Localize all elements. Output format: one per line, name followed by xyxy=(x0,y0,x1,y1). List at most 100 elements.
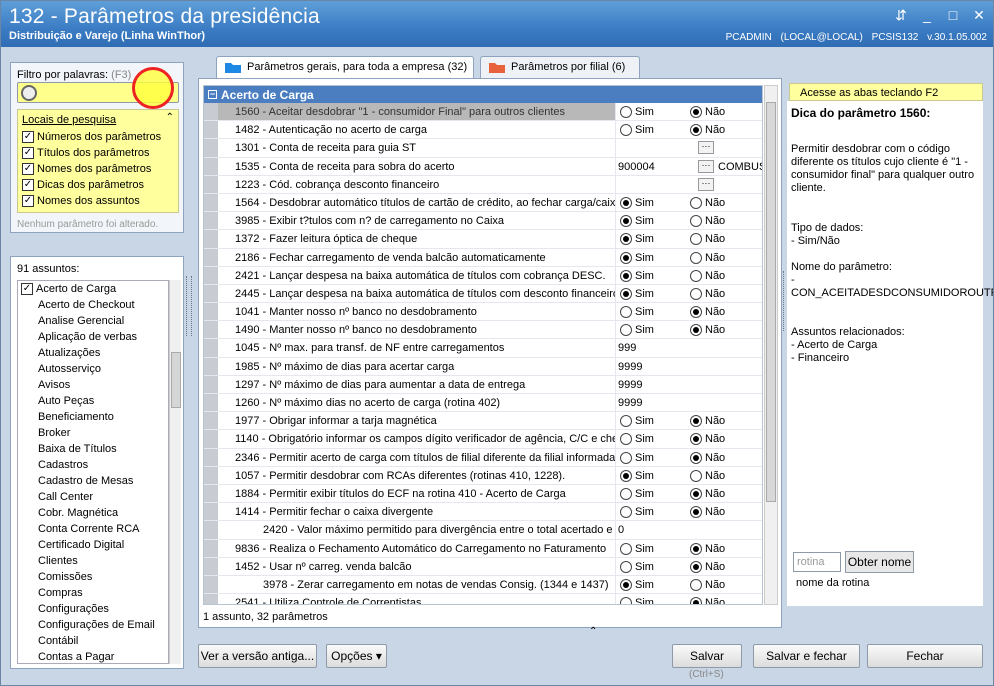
list-item[interactable]: Compras xyxy=(18,585,168,601)
radio-sim[interactable]: Sim xyxy=(620,506,654,519)
list-item[interactable]: Call Center xyxy=(18,489,168,505)
radio-button[interactable] xyxy=(690,578,702,591)
radio-nao[interactable]: Não xyxy=(690,196,725,209)
param-value[interactable]: Sim Não xyxy=(616,121,762,138)
param-value[interactable]: Sim Não xyxy=(616,449,762,466)
scroll-thumb[interactable] xyxy=(171,352,181,408)
param-value[interactable]: ··· xyxy=(616,139,762,156)
table-row[interactable]: 1985 - Nº máximo de dias para acertar ca… xyxy=(204,357,762,376)
checkbox[interactable]: ✓ xyxy=(22,130,34,143)
save-button[interactable]: Salvar xyxy=(672,644,742,668)
radio-nao[interactable]: Não xyxy=(690,487,725,500)
checkbox-row[interactable]: ✓ Nomes dos assuntos xyxy=(22,193,140,208)
table-row[interactable]: 1452 - Usar nº carreg. venda balcão Sim Nã… xyxy=(204,557,762,576)
radio-button[interactable] xyxy=(690,106,702,118)
group-header[interactable]: − Acerto de Carga xyxy=(204,86,762,103)
close-button[interactable]: Fechar xyxy=(867,644,983,668)
list-item[interactable]: Beneficiamento xyxy=(18,409,168,425)
list-item[interactable]: Baixa de Títulos xyxy=(18,441,168,457)
radio-nao[interactable]: Não xyxy=(690,233,725,246)
tab-branch-params[interactable]: Parâmetros por filial (6) xyxy=(480,56,640,78)
param-value[interactable]: 9999 xyxy=(616,394,762,411)
list-item[interactable]: Auto Peças xyxy=(18,393,168,409)
radio-button[interactable] xyxy=(690,451,702,464)
radio-button[interactable] xyxy=(690,287,702,300)
table-row[interactable]: 1414 - Permitir fechar o caixa divergent… xyxy=(204,503,762,522)
table-row[interactable]: 1140 - Obrigatório informar os campos dí… xyxy=(204,430,762,449)
radio-button[interactable] xyxy=(690,233,702,246)
list-item[interactable]: Configurações de Email xyxy=(18,617,168,633)
table-row[interactable]: 1372 - Fazer leitura óptica de cheque Sim… xyxy=(204,230,762,249)
get-name-button[interactable]: Obter nome xyxy=(845,551,914,573)
ellipsis-button[interactable]: ··· xyxy=(698,177,714,191)
param-value[interactable]: Sim Não xyxy=(616,594,762,604)
list-item[interactable]: Certificado Digital xyxy=(18,537,168,553)
param-value[interactable]: Sim Não xyxy=(616,412,762,429)
param-value[interactable]: Sim Não xyxy=(616,503,762,520)
radio-button[interactable] xyxy=(620,506,632,519)
radio-button[interactable] xyxy=(690,269,702,282)
list-item[interactable]: Clientes xyxy=(18,553,168,569)
checkbox-row[interactable]: ✓ Dicas dos parâmetros xyxy=(22,177,144,192)
options-button[interactable]: Opções ▾ xyxy=(326,644,387,668)
radio-button[interactable] xyxy=(690,433,702,446)
radio-button[interactable] xyxy=(690,306,702,319)
checkbox-row[interactable]: ✓ Nomes dos parâmetros xyxy=(22,161,151,176)
old-version-button[interactable]: Ver a versão antiga... xyxy=(198,644,317,668)
table-row[interactable]: 2421 - Lançar despesa na baixa automátic… xyxy=(204,266,762,285)
radio-button[interactable] xyxy=(690,560,702,573)
radio-button[interactable] xyxy=(620,106,632,118)
save-close-button[interactable]: Salvar e fechar xyxy=(753,644,860,668)
radio-nao[interactable]: Não xyxy=(690,287,725,300)
table-row[interactable]: 1535 - Conta de receita para sobra do ac… xyxy=(204,157,762,176)
list-item[interactable]: Atualizações xyxy=(18,345,168,361)
radio-sim[interactable]: Sim xyxy=(620,251,654,264)
radio-sim[interactable]: Sim xyxy=(620,324,654,337)
tab-general-params[interactable]: Parâmetros gerais, para toda a empresa (… xyxy=(216,56,474,79)
subjects-scrollbar[interactable] xyxy=(169,280,181,664)
radio-button[interactable] xyxy=(690,597,702,604)
param-value[interactable]: Sim Não xyxy=(616,212,762,229)
collapse-icon[interactable]: − xyxy=(208,90,217,99)
param-value[interactable]: Sim Não xyxy=(616,321,762,338)
param-value[interactable]: Sim Não xyxy=(616,430,762,447)
table-row[interactable]: 1884 - Permitir exibir títulos do ECF na… xyxy=(204,484,762,504)
param-value[interactable]: Sim Não xyxy=(616,558,762,575)
radio-sim[interactable]: Sim xyxy=(620,560,654,573)
list-item[interactable]: Acerto de Checkout xyxy=(18,297,168,313)
radio-nao[interactable]: Não xyxy=(690,597,725,604)
radio-sim[interactable]: Sim xyxy=(620,269,654,282)
table-row[interactable]: 1490 - Manter nosso nº banco no desdobra… xyxy=(204,321,762,340)
radio-sim[interactable]: Sim xyxy=(620,451,654,464)
radio-nao[interactable]: Não xyxy=(690,433,725,446)
radio-button[interactable] xyxy=(620,597,632,604)
radio-nao[interactable]: Não xyxy=(690,469,725,482)
grid-scrollbar[interactable] xyxy=(764,85,778,605)
checkbox[interactable]: ✓ xyxy=(22,178,34,191)
table-row[interactable]: 1564 - Desdobrar automático títulos de c… xyxy=(204,193,762,213)
list-item[interactable]: Analise Gerencial xyxy=(18,313,168,329)
radio-button[interactable] xyxy=(620,415,632,428)
checkbox[interactable]: ✓ xyxy=(21,283,33,295)
list-item[interactable]: Cobr. Magnética xyxy=(18,505,168,521)
radio-button[interactable] xyxy=(690,487,702,500)
param-value[interactable]: Sim Não xyxy=(616,194,762,211)
scroll-thumb[interactable] xyxy=(766,102,776,502)
radio-nao[interactable]: Não xyxy=(690,451,725,464)
radio-button[interactable] xyxy=(620,578,632,591)
radio-sim[interactable]: Sim xyxy=(620,542,654,555)
table-row[interactable]: 2186 - Fechar carregamento de venda balc… xyxy=(204,248,762,267)
param-value[interactable]: Sim Não xyxy=(616,540,762,557)
ellipsis-button[interactable]: ··· xyxy=(698,141,714,155)
radio-button[interactable] xyxy=(620,233,632,246)
table-row[interactable]: 1057 - Permitir desdobrar com RCAs difer… xyxy=(204,466,762,485)
subjects-list[interactable]: ✓ Acerto de Carga Acerto de Checkout Analis… xyxy=(17,280,169,664)
radio-button[interactable] xyxy=(620,324,632,337)
checkbox-row[interactable]: ✓ Títulos dos parâmetros xyxy=(22,145,150,160)
checkbox[interactable]: ✓ xyxy=(22,146,34,159)
table-row[interactable]: 2541 - Utiliza Controle de Correntistas S… xyxy=(204,594,762,604)
param-value[interactable]: 9999 xyxy=(616,376,762,393)
param-value[interactable]: 900004 ··· COMBUS xyxy=(616,158,762,175)
radio-button[interactable] xyxy=(690,469,702,482)
radio-button[interactable] xyxy=(620,306,632,319)
